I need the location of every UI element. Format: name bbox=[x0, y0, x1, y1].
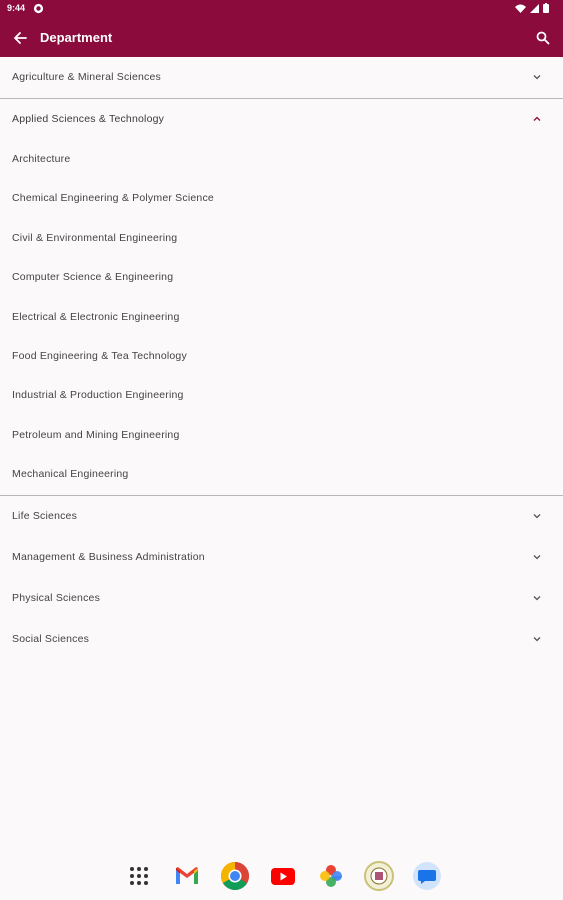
messages-icon[interactable] bbox=[412, 861, 442, 891]
list-item-label: Electrical & Electronic Engineering bbox=[12, 310, 180, 323]
section-header-agriculture[interactable]: Agriculture & Mineral Sciences bbox=[0, 57, 563, 98]
section-header-social-sciences[interactable]: Social Sciences bbox=[0, 619, 563, 660]
chevron-down-icon bbox=[533, 554, 541, 559]
department-list: Agriculture & Mineral Sciences Applied S… bbox=[0, 57, 563, 660]
section-label: Management & Business Administration bbox=[12, 550, 205, 563]
list-item[interactable]: Civil & Environmental Engineering bbox=[0, 219, 563, 258]
search-button[interactable] bbox=[531, 26, 555, 50]
list-item-label: Mechanical Engineering bbox=[12, 468, 129, 481]
section-label: Applied Sciences & Technology bbox=[12, 113, 165, 125]
status-icons bbox=[515, 3, 549, 13]
chevron-up-icon bbox=[533, 116, 541, 121]
app-dock bbox=[0, 852, 563, 900]
wifi-icon bbox=[515, 4, 526, 13]
list-item[interactable]: Electrical & Electronic Engineering bbox=[0, 298, 563, 337]
shield-icon bbox=[33, 3, 44, 14]
page-title: Department bbox=[40, 30, 113, 45]
section-label: Social Sciences bbox=[12, 632, 90, 645]
section-header-life-sciences[interactable]: Life Sciences bbox=[0, 496, 563, 537]
battery-icon bbox=[543, 3, 549, 13]
list-item[interactable]: Petroleum and Mining Engineering bbox=[0, 416, 563, 455]
list-item-label: Food Engineering & Tea Technology bbox=[12, 349, 187, 362]
chevron-down-icon bbox=[533, 75, 541, 80]
photos-icon[interactable] bbox=[316, 861, 346, 891]
back-button[interactable] bbox=[8, 26, 32, 50]
search-icon bbox=[536, 31, 550, 45]
section-label: Life Sciences bbox=[12, 509, 78, 522]
university-app-icon[interactable] bbox=[363, 861, 394, 891]
list-item-label: Industrial & Production Engineering bbox=[12, 389, 184, 402]
arrow-back-icon bbox=[14, 32, 27, 44]
chevron-down-icon bbox=[533, 636, 541, 641]
list-item-label: Civil & Environmental Engineering bbox=[12, 231, 178, 244]
status-time: 9:44 bbox=[7, 3, 26, 13]
section-label: Agriculture & Mineral Sciences bbox=[12, 71, 161, 83]
signal-icon bbox=[530, 3, 539, 13]
list-item[interactable]: Computer Science & Engineering bbox=[0, 258, 563, 297]
list-item[interactable]: Architecture bbox=[0, 140, 563, 179]
youtube-icon[interactable] bbox=[268, 861, 298, 891]
chevron-down-icon bbox=[533, 595, 541, 600]
list-item-label: Petroleum and Mining Engineering bbox=[12, 428, 180, 441]
list-item[interactable]: Mechanical Engineering bbox=[0, 455, 563, 494]
list-item[interactable]: Food Engineering & Tea Technology bbox=[0, 337, 563, 376]
section-header-physical-sciences[interactable]: Physical Sciences bbox=[0, 578, 563, 619]
list-item-label: Architecture bbox=[12, 153, 71, 165]
section-header-management[interactable]: Management & Business Administration bbox=[0, 537, 563, 578]
apps-grid-icon[interactable] bbox=[124, 861, 154, 891]
list-item-label: Computer Science & Engineering bbox=[12, 271, 174, 284]
status-bar: 9:44 bbox=[0, 0, 563, 18]
section-label: Physical Sciences bbox=[12, 591, 101, 604]
toolbar: Department bbox=[0, 20, 563, 56]
list-item[interactable]: Industrial & Production Engineering bbox=[0, 376, 563, 415]
gmail-icon[interactable] bbox=[172, 861, 202, 891]
section-header-applied-sciences[interactable]: Applied Sciences & Technology bbox=[0, 99, 563, 140]
list-item[interactable]: Chemical Engineering & Polymer Science bbox=[0, 179, 563, 218]
chevron-down-icon bbox=[533, 513, 541, 518]
chrome-icon[interactable] bbox=[220, 861, 250, 891]
list-item-label: Chemical Engineering & Polymer Science bbox=[12, 192, 214, 205]
app-bar: 9:44 Department bbox=[0, 0, 563, 57]
